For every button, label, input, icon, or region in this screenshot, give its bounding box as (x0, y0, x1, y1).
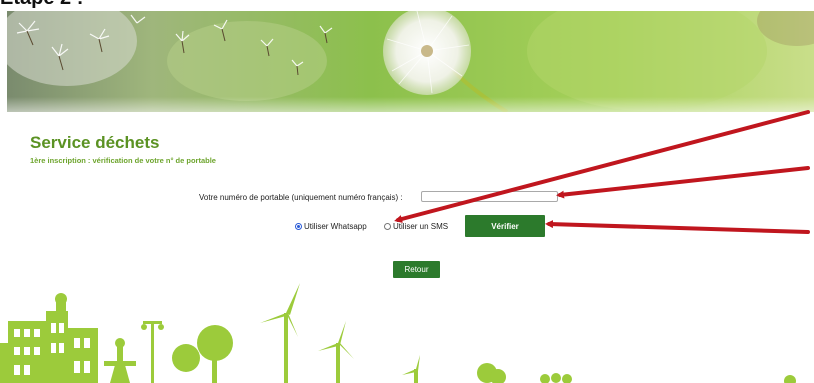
green-cityscape-wind-turbines-illustration (0, 283, 796, 383)
phone-number-label: Votre numéro de portable (uniquement num… (199, 193, 403, 202)
whatsapp-option-label: Utiliser Whatsapp (304, 221, 367, 231)
sms-radio[interactable] (384, 222, 391, 230)
page-title: Service déchets (30, 133, 160, 152)
whatsapp-option[interactable]: Utiliser Whatsapp (295, 220, 367, 232)
dandelion-banner (7, 11, 814, 112)
sms-option[interactable]: Utiliser un SMS (384, 220, 448, 232)
whatsapp-radio[interactable] (295, 222, 302, 230)
page-subtitle: 1ère inscription : vérification de votre… (30, 156, 216, 165)
arrow-to-verify-button-icon (545, 220, 810, 234)
dandelion-banner-image (7, 11, 814, 112)
arrow-to-phone-input-icon (556, 166, 810, 199)
back-button[interactable]: Retour (393, 261, 440, 278)
arrow-to-sms-option-icon (394, 110, 810, 223)
verify-button[interactable]: Vérifier (465, 215, 545, 237)
cityscape-illustration (0, 283, 814, 383)
sms-option-label: Utiliser un SMS (393, 221, 449, 231)
step-title: Étape 2 : (0, 0, 83, 9)
phone-number-input[interactable] (421, 191, 558, 202)
